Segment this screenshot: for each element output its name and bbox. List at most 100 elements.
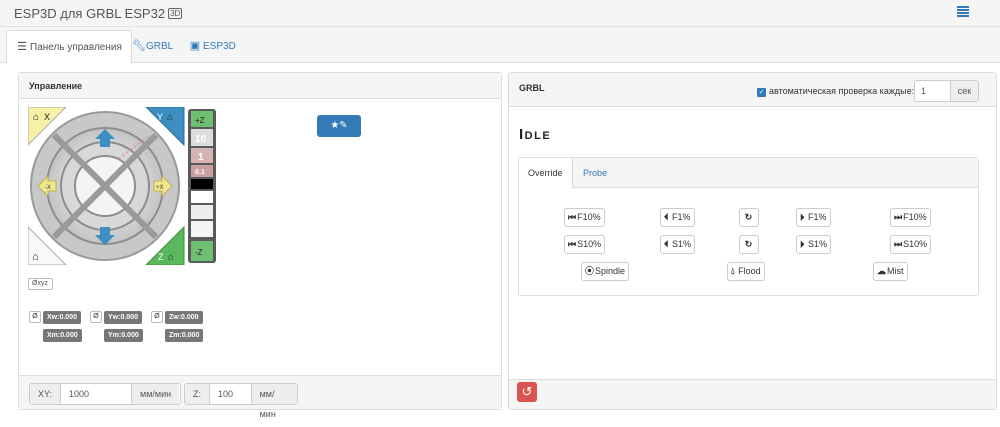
tab-override[interactable]: Override — [519, 158, 573, 189]
tab-esp3d[interactable]: ▣ ESP3D — [180, 30, 245, 63]
tab-dashboard[interactable]: ☰ Панель управления — [6, 30, 132, 64]
main-tabs: ☰ Панель управления 🔧︎GRBL ▣ ESP3D — [0, 27, 1000, 64]
minus-z-label: -Z — [195, 248, 203, 257]
z-step-1-label: 1 — [198, 152, 204, 163]
z-step-10-label: 10 — [195, 134, 207, 145]
3d-icon: 3D — [168, 8, 183, 19]
tab-label: Панель управления — [30, 42, 122, 53]
zero-z-button[interactable]: Ø — [151, 311, 163, 323]
flood-button[interactable]: 💧︎ Flood — [727, 262, 765, 281]
button-label: S10% — [903, 239, 928, 249]
dashboard-icon: ☰ — [17, 41, 27, 53]
target-icon: ⦿ — [585, 266, 595, 276]
home-icon: ⌂ — [168, 252, 174, 263]
feed-minus-1-button[interactable]: ⏴ F1% — [660, 208, 695, 227]
z-step-bar[interactable] — [191, 221, 213, 237]
y-machine-position: Ym:0.000 — [104, 329, 143, 342]
minus-x-label: -X — [45, 185, 51, 191]
app-title-text: ESP3D для GRBL ESP32 — [14, 6, 166, 21]
power-icon: ↺ — [521, 384, 533, 399]
z-step-bar[interactable] — [191, 205, 213, 219]
fast-forward-icon: ⏭ — [894, 239, 903, 249]
fast-forward-icon: ⏭ — [894, 212, 903, 222]
z-feedrate-input[interactable]: 100 — [209, 384, 252, 404]
spindle-minus-10-button[interactable]: ⏮S10% — [564, 235, 606, 254]
refresh-icon: ↻ — [744, 239, 753, 249]
button-label: F1% — [808, 212, 827, 222]
button-label: S1% — [808, 239, 828, 249]
autocheck-checkbox[interactable]: ✓ — [757, 88, 766, 97]
x-work-position: Xw:0.000 — [43, 311, 81, 324]
feed-minus-10-button[interactable]: ⏮F10% — [564, 208, 605, 227]
zero-y-button[interactable]: Ø — [90, 311, 102, 323]
tab-probe[interactable]: Probe — [574, 158, 616, 188]
autocheck-interval-input[interactable]: 1 — [915, 81, 951, 101]
refresh-icon: ↻ — [744, 212, 753, 222]
button-label: S1% — [672, 239, 692, 249]
grbl-state: Idle — [519, 126, 552, 143]
y-work-position: Yw:0.000 — [104, 311, 142, 324]
z-label: Z: — [185, 384, 209, 404]
home-icon: ⌂ — [32, 251, 39, 263]
grbl-footer — [509, 379, 996, 409]
button-label: F10% — [903, 212, 927, 222]
jog-control[interactable]: ⌂ X Y ⌂ ⌂ Z ⌂ -X +X +Z 10 1 0.1 -Z — [28, 107, 218, 265]
step-forward-icon: ⏵ — [800, 239, 805, 249]
home-z-label: Z — [158, 252, 164, 262]
home-x-label: X — [44, 112, 50, 122]
z-machine-position: Zm:0.000 — [165, 329, 204, 342]
plus-z-label: +Z — [195, 116, 205, 125]
step-backward-icon: ⏴ — [664, 212, 669, 222]
reset-xyz-button[interactable]: Øxyz — [28, 278, 53, 290]
plus-x-label: +X — [156, 185, 164, 191]
xy-feedrate-group: XY: 1000 мм/мин — [29, 383, 181, 405]
home-y-label: Y — [157, 112, 163, 122]
feed-reset-button[interactable]: ↻ — [739, 208, 759, 227]
button-label: S10% — [577, 239, 602, 249]
step-backward-icon: ⏴ — [664, 239, 669, 249]
wrench-icon: 🔧︎ — [132, 40, 146, 52]
z-work-position: Zw:0.000 — [165, 311, 203, 324]
spindle-minus-1-button[interactable]: ⏴ S1% — [660, 235, 696, 254]
button-label: Mist — [887, 266, 904, 276]
reset-button[interactable]: ↺ — [517, 382, 537, 402]
xy-label: XY: — [30, 384, 61, 404]
control-panel-title: Управление — [19, 73, 501, 99]
z-step-bar[interactable] — [191, 191, 213, 203]
button-label: F1% — [672, 212, 691, 222]
z-step-01-label: 0.1 — [195, 169, 205, 176]
spindle-button[interactable]: ⦿Spindle — [581, 262, 630, 281]
autocheck-interval-group: 1 сек — [914, 80, 979, 102]
macro-button[interactable]: ★✎ — [317, 115, 361, 137]
tab-label: GRBL — [146, 41, 174, 52]
star-pencil-icon: ★✎ — [330, 120, 348, 131]
fast-backward-icon: ⏮ — [568, 212, 577, 222]
droplet-icon: 💧︎ — [731, 266, 735, 276]
button-label: F10% — [577, 212, 601, 222]
app-header: ESP3D для GRBL ESP32 3D — [0, 0, 1000, 27]
spindle-plus-1-button[interactable]: ⏵ S1% — [796, 235, 832, 254]
tab-grbl[interactable]: 🔧︎GRBL — [123, 30, 182, 63]
mist-button[interactable]: ☁Mist — [873, 262, 908, 281]
grbl-subtabs: Override Probe — [519, 158, 978, 189]
tab-label: ESP3D — [203, 41, 236, 52]
app-title: ESP3D для GRBL ESP32 3D — [14, 6, 183, 21]
xy-feedrate-input[interactable]: 1000 — [60, 384, 133, 404]
cloud-icon: ☁ — [877, 266, 886, 276]
zero-x-button[interactable]: Ø — [29, 311, 41, 323]
z-feedrate-group: Z: 100 мм/мин — [184, 383, 298, 419]
step-forward-icon: ⏵ — [800, 212, 805, 222]
esp3d-icon: ▣ — [189, 40, 201, 52]
feed-plus-10-button[interactable]: ⏭F10% — [890, 208, 931, 227]
z-unit: мм/мин — [251, 384, 297, 419]
z-step-bar[interactable] — [191, 179, 213, 189]
button-label: Spindle — [595, 266, 626, 276]
spindle-plus-10-button[interactable]: ⏭S10% — [890, 235, 932, 254]
feed-plus-1-button[interactable]: ⏵ F1% — [796, 208, 831, 227]
xy-unit: мм/мин — [132, 384, 180, 404]
button-label: Flood — [738, 266, 761, 276]
feedrate-footer: XY: 1000 мм/мин Z: 100 мм/мин — [19, 375, 501, 419]
fast-backward-icon: ⏮ — [568, 239, 577, 249]
spindle-reset-button[interactable]: ↻ — [739, 235, 759, 254]
hamburger-menu-icon[interactable] — [957, 6, 969, 17]
